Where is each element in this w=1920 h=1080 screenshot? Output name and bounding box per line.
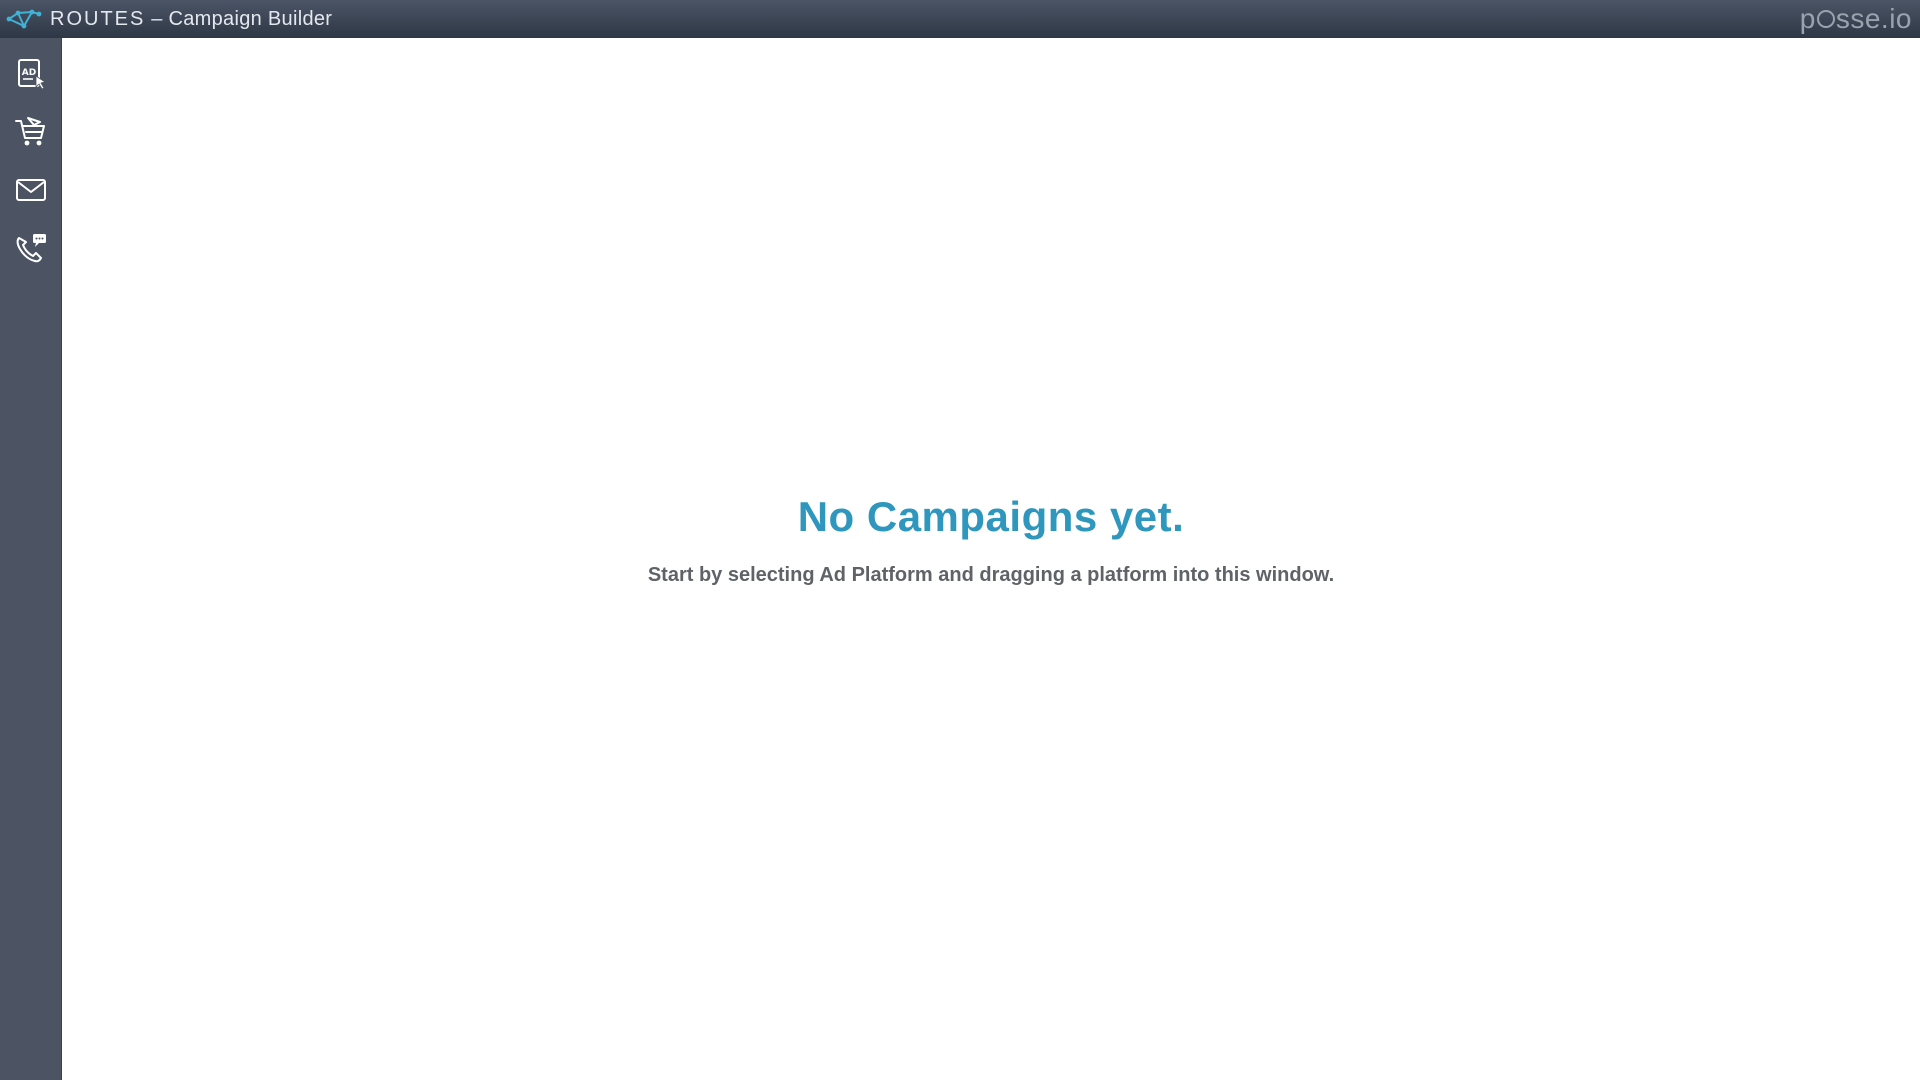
sidebar-item-phone[interactable] xyxy=(0,222,62,278)
empty-state-text: Start by selecting Ad Platform and dragg… xyxy=(647,564,1335,586)
posse-logo-ring xyxy=(1816,10,1835,28)
svg-text:AD: AD xyxy=(22,68,36,78)
app-title: ROUTES – Campaign Builder xyxy=(50,8,332,31)
empty-state-title: No Campaigns yet. xyxy=(797,493,1185,540)
title-bar: ROUTES – Campaign Builder p sse. io xyxy=(0,0,1920,38)
sidebar: AD xyxy=(0,38,62,1080)
title-separator: – xyxy=(145,7,169,30)
posse-logo-suffix: io xyxy=(1889,3,1912,34)
sidebar-item-ad-platform[interactable]: AD xyxy=(0,48,62,104)
page-title: Campaign Builder xyxy=(168,7,333,30)
ad-icon: AD xyxy=(15,57,47,96)
campaign-canvas[interactable]: No Campaigns yet. Start by selecting Ad … xyxy=(62,38,1920,1080)
mail-icon xyxy=(15,177,47,208)
sidebar-item-commerce[interactable] xyxy=(0,106,62,162)
routes-logo-icon xyxy=(4,0,44,38)
app-brand: ROUTES xyxy=(50,7,146,30)
posse-logo-middle: sse. xyxy=(1835,3,1890,34)
phone-chat-icon xyxy=(14,232,48,269)
sidebar-item-email[interactable] xyxy=(0,164,62,220)
cart-icon xyxy=(14,116,48,153)
posse-logo-prefix: p xyxy=(1799,3,1816,34)
posse-logo: p sse. io xyxy=(1800,3,1912,35)
